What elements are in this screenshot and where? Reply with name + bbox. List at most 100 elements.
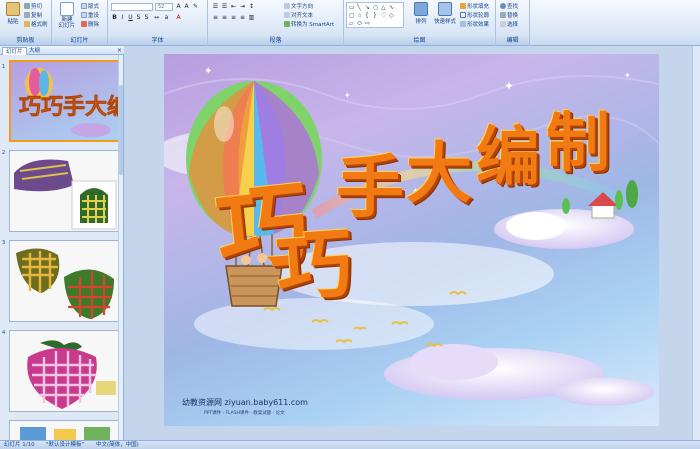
slide-thumbnail-3[interactable]	[9, 240, 120, 322]
slide-2-preview	[10, 151, 119, 231]
slide-thumbnail-4[interactable]	[9, 330, 120, 412]
underline-button[interactable]: U	[127, 14, 134, 21]
select-button[interactable]: 选择	[500, 20, 518, 28]
current-slide[interactable]: ✦ ✦ ✦ ✦ ✦ ✦ 巧 巧 手 大 编 制 幼教资源网 ziyuan.bab…	[164, 54, 659, 426]
text-direction-button[interactable]: 文字方向	[284, 2, 313, 10]
cut-button[interactable]: 剪切	[24, 2, 42, 10]
title-char: 制	[546, 106, 610, 181]
drawing-group: ▭ ╲ ↘ ○ △ ∿ ▢ ☆ { } ♡ ◇ ▱ ⬭ ⇨ 排列 快速样式 形状…	[344, 0, 496, 46]
columns-button[interactable]: ▥	[248, 14, 255, 21]
reset-icon	[81, 12, 87, 18]
panel-scroll-thumb[interactable]	[119, 85, 123, 175]
delete-icon	[81, 21, 87, 27]
replace-button[interactable]: 替换	[500, 11, 518, 19]
paragraph-label: 段落	[208, 37, 343, 45]
shape-fill-button[interactable]: 形状填充	[460, 2, 489, 10]
cursor-icon	[500, 21, 506, 27]
title-char: 大	[406, 134, 472, 212]
shape-effects-button[interactable]: 形状效果	[460, 20, 489, 28]
delete-slide-button[interactable]: 删除	[81, 20, 99, 28]
slide-footer-sub: PPT课件 · FLASH课件 · 教案试题 · 论文	[204, 411, 285, 416]
clipboard-group: 粘贴 剪切 复制 格式刷 剪贴板	[0, 0, 52, 46]
editing-label: 编辑	[496, 37, 529, 45]
status-bar: 幻灯片 1/10 "默认设计模板" 中文(简体，中国)	[0, 440, 700, 449]
format-painter-button[interactable]: 格式刷	[24, 20, 48, 28]
shape-outline-button[interactable]: 形状轮廓	[460, 11, 489, 19]
shrink-font-button[interactable]: A	[183, 3, 190, 10]
layout-button[interactable]: 版式	[81, 2, 99, 10]
editing-group: 查找 替换 选择 编辑	[496, 0, 530, 46]
star-shape-icon: ☆	[357, 12, 363, 19]
align-text-icon	[284, 12, 290, 18]
smartart-button[interactable]: 转换为 SmartArt	[284, 20, 334, 28]
font-size-input[interactable]: 52	[155, 3, 173, 11]
clear-format-button[interactable]: ✎	[192, 3, 199, 10]
oval-shape-icon: ○	[373, 4, 379, 11]
slides-group: 新建 幻灯片 版式 重设 删除 幻灯片	[52, 0, 108, 46]
flowchart-shape-icon: ⬭	[357, 20, 363, 27]
increase-indent-button[interactable]: ⇥	[239, 3, 246, 10]
font-name-input[interactable]	[111, 3, 153, 11]
tab-slides[interactable]: 幻灯片	[2, 47, 27, 55]
bold-button[interactable]: B	[111, 14, 118, 21]
numbering-button[interactable]: ☰	[221, 3, 228, 10]
editor-scrollbar[interactable]	[692, 46, 700, 440]
bracket-shape-icon: }	[373, 12, 377, 19]
slides-label: 幻灯片	[52, 37, 107, 45]
strike-button[interactable]: S	[135, 14, 142, 21]
rounded-rect-shape-icon: ▢	[349, 12, 355, 19]
diamond-shape-icon: ◇	[389, 12, 394, 19]
rectangle-shape-icon: ▭	[349, 4, 355, 11]
slide-3-preview	[10, 241, 119, 321]
new-slide-button[interactable]: 新建 幻灯片	[55, 2, 79, 29]
case-button[interactable]: a	[163, 14, 170, 21]
line-spacing-button[interactable]: ↕	[248, 3, 255, 10]
slide-thumbnail-1[interactable]: 巧巧手大编制	[9, 60, 120, 142]
grow-font-button[interactable]: A	[175, 3, 182, 10]
slide-number: 4	[2, 330, 6, 336]
slide-number: 1	[2, 64, 6, 70]
tab-outline[interactable]: 大纲	[26, 47, 43, 55]
panel-tabs: 幻灯片 大纲 ×	[0, 46, 124, 55]
align-text-button[interactable]: 对齐文本	[284, 11, 313, 19]
align-left-button[interactable]: ≡	[212, 14, 219, 21]
panel-scrollbar[interactable]	[118, 55, 123, 440]
bullets-button[interactable]: ☰	[212, 3, 219, 10]
svg-text:✦: ✦	[504, 79, 514, 93]
quick-styles-button[interactable]: 快速样式	[432, 2, 458, 25]
font-color-button[interactable]: A	[175, 14, 182, 21]
italic-button[interactable]: I	[119, 14, 126, 21]
find-button[interactable]: 查找	[500, 2, 518, 10]
title-char: 编	[476, 120, 540, 195]
slide-thumbnail-2[interactable]	[9, 150, 120, 232]
align-center-button[interactable]: ≡	[221, 14, 228, 21]
arrange-button[interactable]: 排列	[410, 2, 432, 25]
slide-4-preview	[10, 331, 119, 411]
spacing-button[interactable]: ↔	[153, 14, 160, 21]
slide-panel: 幻灯片 大纲 × 1 巧巧手大编制 2 3	[0, 46, 124, 444]
smartart-icon	[284, 21, 290, 27]
close-icon[interactable]: ×	[117, 47, 122, 54]
shapes-gallery[interactable]: ▭ ╲ ↘ ○ △ ∿ ▢ ☆ { } ♡ ◇ ▱ ⬭ ⇨	[346, 2, 404, 28]
copy-button[interactable]: 复制	[24, 11, 42, 19]
brace-shape-icon: {	[365, 12, 369, 19]
paste-button[interactable]: 粘贴	[2, 2, 24, 25]
arrow-shape-icon: ↘	[365, 4, 371, 11]
arrange-icon	[414, 2, 428, 16]
ribbon: 粘贴 剪切 复制 格式刷 剪贴板 新建 幻灯片 版式 重设 删除 幻灯片 52 …	[0, 0, 700, 46]
justify-button[interactable]: ≡	[239, 14, 246, 21]
svg-text:✦: ✦	[344, 91, 351, 100]
line-shape-icon: ╲	[357, 4, 361, 11]
language-indicator[interactable]: 中文(简体，中国)	[96, 441, 139, 449]
shadow-button[interactable]: S	[143, 14, 150, 21]
svg-text:✦: ✦	[204, 66, 212, 77]
reset-button[interactable]: 重设	[81, 11, 99, 19]
effects-icon	[460, 21, 466, 27]
clipboard-icon	[6, 2, 20, 16]
layout-icon	[81, 3, 87, 9]
slide-editor: ✦ ✦ ✦ ✦ ✦ ✦ 巧 巧 手 大 编 制 幼教资源网 ziyuan.bab…	[124, 46, 700, 440]
font-group: 52 A A ✎ B I U S S ↔ a A 字体	[108, 0, 208, 46]
align-right-button[interactable]: ≡	[230, 14, 237, 21]
decrease-indent-button[interactable]: ⇤	[230, 3, 237, 10]
magnifier-icon	[500, 3, 506, 9]
